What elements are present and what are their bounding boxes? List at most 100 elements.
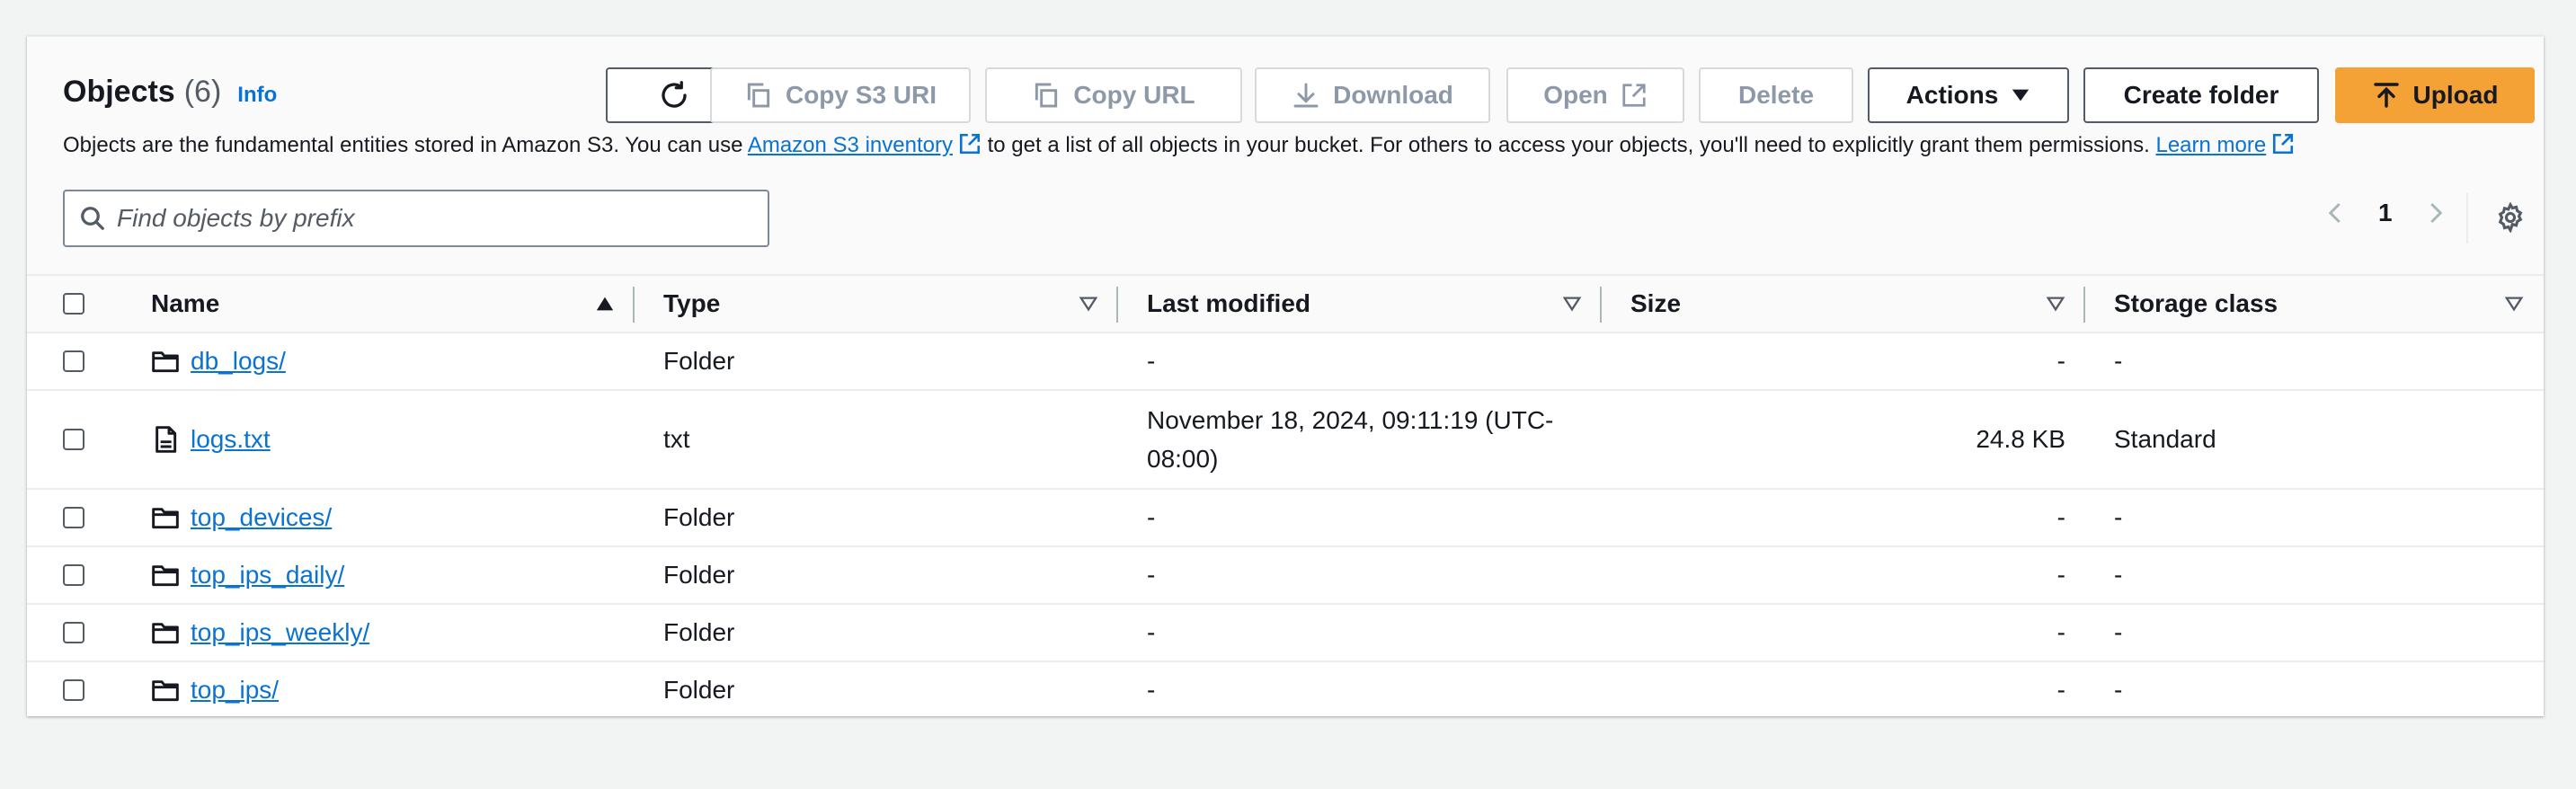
object-size: - bbox=[2056, 347, 2065, 375]
table-row[interactable]: top_ips_weekly/ Folder - - - bbox=[27, 604, 2544, 661]
column-size[interactable]: Size bbox=[1602, 274, 2085, 333]
object-size: 24.8 KB bbox=[1976, 425, 2065, 453]
chevron-left-icon[interactable] bbox=[2323, 199, 2349, 226]
create-folder-button[interactable]: Create folder bbox=[2083, 67, 2319, 123]
object-storage-class: - bbox=[2114, 561, 2123, 589]
row-checkbox[interactable] bbox=[63, 679, 84, 701]
delete-button[interactable]: Delete bbox=[1699, 67, 1853, 123]
info-link[interactable]: Info bbox=[237, 83, 277, 108]
page-title: Objects (6) Info bbox=[63, 75, 277, 110]
table-row[interactable]: top_ips/ Folder - - - bbox=[27, 661, 2544, 716]
select-all-checkbox[interactable] bbox=[63, 293, 84, 315]
pagination: 1 bbox=[2323, 199, 2448, 227]
object-name-link[interactable]: top_ips_daily/ bbox=[191, 561, 344, 590]
sort-icon bbox=[1562, 297, 1582, 312]
object-name-link[interactable]: top_devices/ bbox=[191, 503, 332, 532]
page-number[interactable]: 1 bbox=[2378, 199, 2393, 227]
chevron-right-icon[interactable] bbox=[2421, 199, 2448, 226]
object-last-modified: - bbox=[1147, 676, 1156, 705]
object-last-modified: - bbox=[1147, 503, 1156, 532]
sort-icon bbox=[1079, 297, 1098, 312]
sort-icon bbox=[2504, 297, 2524, 312]
folder-icon bbox=[151, 347, 180, 376]
search-box[interactable] bbox=[63, 190, 769, 247]
object-size: - bbox=[2056, 618, 2065, 646]
objects-table: Name Type Last modified Size Storage cla… bbox=[27, 274, 2544, 716]
external-link-icon bbox=[2273, 133, 2294, 155]
upload-icon bbox=[2373, 83, 2399, 108]
caret-down-icon bbox=[2012, 89, 2030, 102]
objects-panel: Objects (6) Info Copy S3 URI Copy URL Do… bbox=[27, 36, 2544, 716]
upload-label: Upload bbox=[2412, 81, 2499, 109]
row-checkbox[interactable] bbox=[63, 622, 84, 643]
download-button[interactable]: Download bbox=[1255, 67, 1490, 123]
object-name-link[interactable]: logs.txt bbox=[191, 425, 271, 454]
object-type: Folder bbox=[663, 618, 735, 646]
sort-icon bbox=[2046, 297, 2065, 312]
sort-ascending-icon bbox=[596, 297, 614, 311]
object-type: Folder bbox=[663, 347, 735, 375]
inventory-link[interactable]: Amazon S3 inventory bbox=[748, 133, 953, 157]
folder-icon bbox=[151, 676, 180, 705]
table-row[interactable]: db_logs/ Folder - - - bbox=[27, 332, 2544, 390]
row-checkbox[interactable] bbox=[63, 429, 84, 450]
download-icon bbox=[1293, 83, 1319, 108]
table-row[interactable]: top_ips_daily/ Folder - - - bbox=[27, 546, 2544, 604]
select-all-cell bbox=[27, 274, 151, 333]
divider bbox=[2466, 193, 2468, 244]
object-last-modified: November 18, 2024, 09:11:19 (UTC-08:00) bbox=[1147, 405, 1554, 473]
table-row[interactable]: top_devices/ Folder - - - bbox=[27, 489, 2544, 546]
settings-gear-icon[interactable] bbox=[2495, 202, 2526, 233]
object-name-link[interactable]: top_ips/ bbox=[191, 676, 279, 705]
external-link-icon bbox=[959, 133, 981, 155]
copy-url-button[interactable]: Copy URL bbox=[985, 67, 1242, 123]
object-size: - bbox=[2056, 676, 2065, 704]
copy-s3-uri-button[interactable]: Copy S3 URI bbox=[710, 67, 971, 123]
open-button[interactable]: Open bbox=[1506, 67, 1684, 123]
object-last-modified: - bbox=[1147, 561, 1156, 590]
object-size: - bbox=[2056, 561, 2065, 589]
refresh-icon bbox=[662, 81, 687, 108]
create-folder-label: Create folder bbox=[2123, 81, 2279, 109]
object-storage-class: - bbox=[2114, 618, 2123, 646]
object-last-modified: - bbox=[1147, 347, 1156, 376]
learn-more-link[interactable]: Learn more bbox=[2155, 133, 2266, 157]
object-storage-class: - bbox=[2114, 503, 2123, 531]
table-header-row: Name Type Last modified Size Storage cla… bbox=[27, 274, 2544, 333]
upload-button[interactable]: Upload bbox=[2335, 67, 2535, 123]
row-checkbox[interactable] bbox=[63, 350, 84, 372]
object-size: - bbox=[2056, 503, 2065, 531]
column-type[interactable]: Type bbox=[635, 274, 1118, 333]
copy-s3-uri-label: Copy S3 URI bbox=[785, 81, 937, 109]
search-icon bbox=[81, 207, 104, 230]
title-text: Objects bbox=[63, 75, 175, 109]
object-name-link[interactable]: top_ips_weekly/ bbox=[191, 618, 369, 647]
object-type: Folder bbox=[663, 503, 735, 531]
object-storage-class: Standard bbox=[2114, 425, 2216, 453]
search-input[interactable] bbox=[106, 203, 768, 234]
table-row[interactable]: logs.txt txt November 18, 2024, 09:11:19… bbox=[27, 390, 2544, 489]
object-name-link[interactable]: db_logs/ bbox=[191, 347, 286, 376]
row-checkbox[interactable] bbox=[63, 564, 84, 586]
file-icon bbox=[151, 425, 180, 454]
column-storage-class[interactable]: Storage class bbox=[2085, 274, 2544, 333]
row-checkbox[interactable] bbox=[63, 507, 84, 528]
object-type: txt bbox=[663, 425, 690, 453]
objects-header: Objects (6) Info Copy S3 URI Copy URL Do… bbox=[27, 37, 2544, 274]
object-type: Folder bbox=[663, 561, 735, 589]
actions-dropdown[interactable]: Actions bbox=[1868, 67, 2069, 123]
column-name[interactable]: Name bbox=[151, 274, 635, 333]
object-last-modified: - bbox=[1147, 618, 1156, 647]
copy-icon bbox=[747, 83, 770, 108]
description: Objects are the fundamental entities sto… bbox=[63, 132, 2295, 158]
delete-label: Delete bbox=[1737, 81, 1815, 109]
copy-url-label: Copy URL bbox=[1073, 81, 1195, 109]
column-last-modified[interactable]: Last modified bbox=[1118, 274, 1602, 333]
open-label: Open bbox=[1543, 81, 1608, 109]
object-storage-class: - bbox=[2114, 347, 2123, 375]
object-storage-class: - bbox=[2114, 676, 2123, 704]
folder-icon bbox=[151, 561, 180, 590]
download-label: Download bbox=[1333, 81, 1453, 109]
folder-icon bbox=[151, 503, 180, 532]
actions-label: Actions bbox=[1905, 81, 1999, 109]
